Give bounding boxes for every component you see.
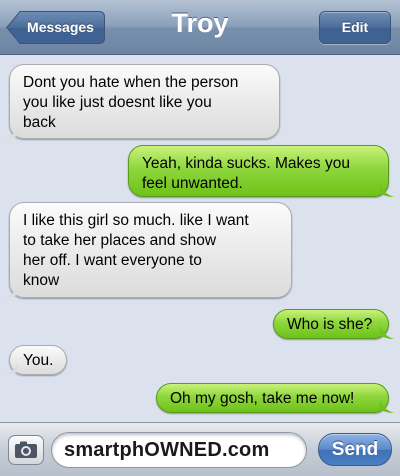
bubble-tail	[4, 361, 18, 375]
message-bubble-outgoing: Who is she?	[273, 309, 394, 339]
bubble-tail	[380, 399, 394, 413]
message-input-bar: smartphOWNED.com Send	[0, 422, 400, 476]
bubble-tail	[380, 183, 394, 197]
message-text: Yeah, kinda sucks. Makes you feel unwant…	[142, 155, 350, 192]
send-button[interactable]: Send	[318, 433, 392, 466]
message-bubble-incoming: Dont you hate when the person you like j…	[4, 64, 280, 139]
message-bubble-incoming: You.	[4, 345, 67, 375]
message-bubble-outgoing: Oh my gosh, take me now!	[156, 383, 394, 413]
camera-button[interactable]	[8, 435, 44, 465]
message-bubble-outgoing: Yeah, kinda sucks. Makes you feel unwant…	[128, 145, 394, 197]
edit-button[interactable]: Edit	[319, 11, 391, 44]
message-text: Dont you hate when the person you like j…	[23, 74, 239, 131]
message-bubble-incoming: I like this girl so much. like I want to…	[4, 202, 292, 298]
message-input-field[interactable]: smartphOWNED.com	[51, 432, 307, 468]
bubble-tail	[4, 284, 18, 298]
navigation-bar: Messages Troy Edit	[0, 0, 400, 55]
camera-icon	[15, 441, 37, 458]
message-text: I like this girl so much. like I want to…	[23, 212, 249, 289]
message-text: Oh my gosh, take me now!	[170, 390, 355, 407]
message-list: Dont you hate when the person you like j…	[0, 56, 400, 422]
message-text: Who is she?	[287, 316, 373, 333]
bubble-tail	[4, 125, 18, 139]
message-text: You.	[23, 352, 54, 369]
bubble-tail	[380, 325, 394, 339]
